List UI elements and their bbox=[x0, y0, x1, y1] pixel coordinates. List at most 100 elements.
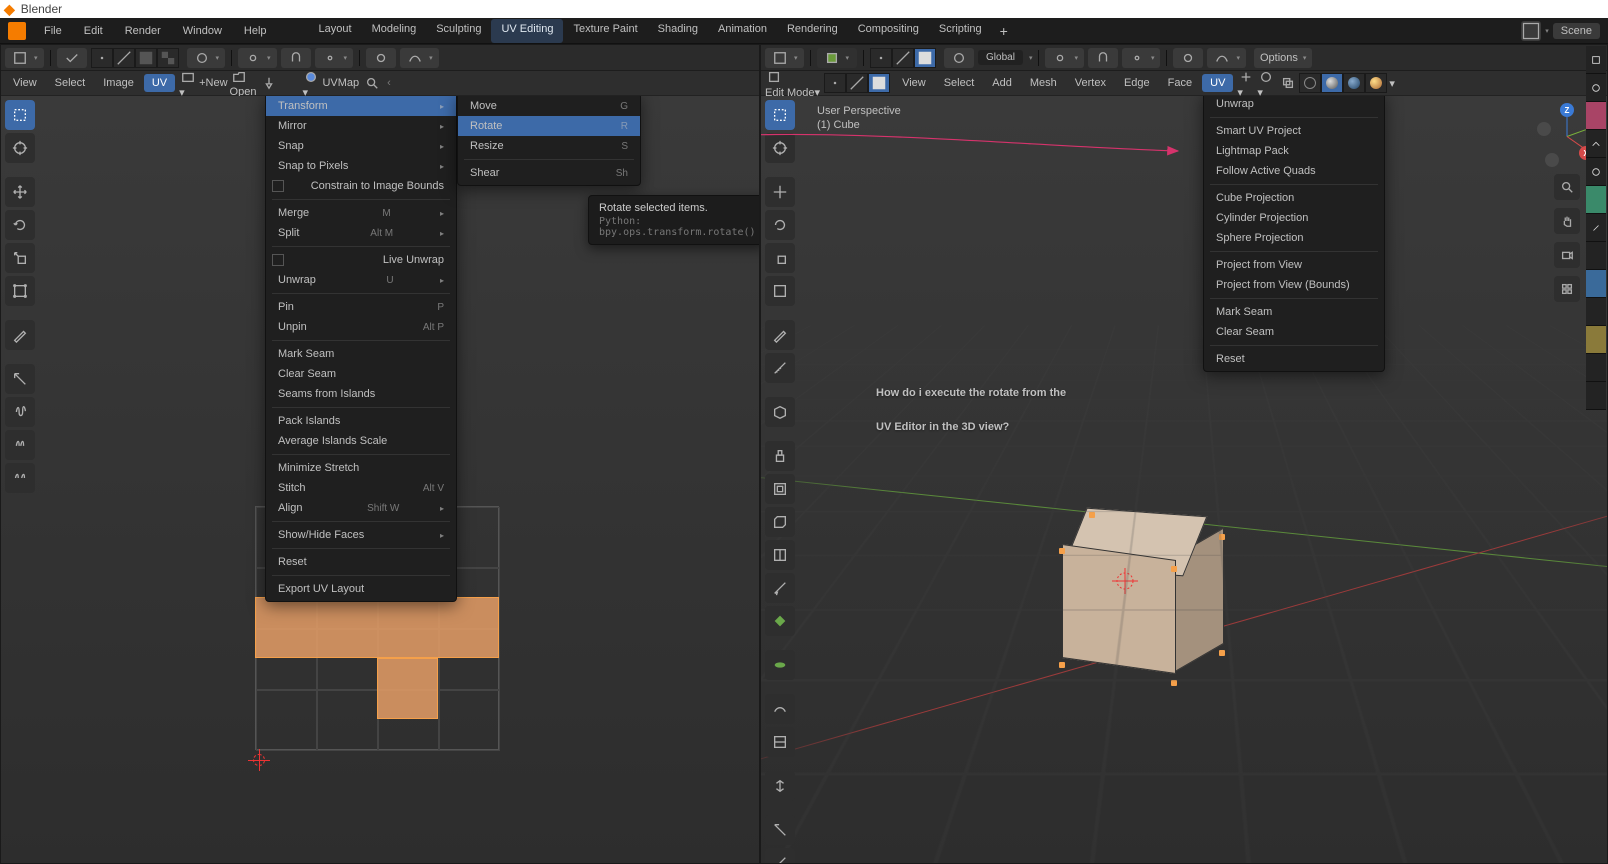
tab-modeling[interactable]: Modeling bbox=[362, 19, 427, 43]
menu-window[interactable]: Window bbox=[173, 21, 232, 41]
uv-item-live-unwrap[interactable]: Live Unwrap bbox=[266, 250, 456, 270]
uv-menu-image[interactable]: Image bbox=[95, 74, 142, 92]
uv-item-snap[interactable]: Snap▸ bbox=[266, 136, 456, 156]
tool3d-slide[interactable] bbox=[765, 727, 795, 757]
tool3d-cursor[interactable] bbox=[765, 133, 795, 163]
ptab-material[interactable] bbox=[1586, 354, 1606, 382]
orientation-label[interactable]: Global bbox=[978, 50, 1023, 65]
uv-menu-uv[interactable]: UV bbox=[144, 74, 175, 92]
v3d-uv-lightmap[interactable]: Lightmap Pack bbox=[1204, 141, 1384, 161]
uv-item-unpin[interactable]: UnpinAlt P bbox=[266, 317, 456, 337]
editor-type-dropdown-3d[interactable]: ▾ bbox=[765, 48, 804, 68]
scene-browse-icon[interactable] bbox=[1521, 21, 1541, 41]
ortho-icon[interactable] bbox=[1554, 276, 1580, 302]
uv-item-split[interactable]: SplitAlt M▸ bbox=[266, 223, 456, 243]
gizmo-visibility[interactable]: ▾ bbox=[1237, 68, 1255, 99]
uv-item-avg-scale[interactable]: Average Islands Scale bbox=[266, 431, 456, 451]
uv-item-seams-islands[interactable]: Seams from Islands bbox=[266, 384, 456, 404]
ptab-scene[interactable] bbox=[1586, 130, 1606, 158]
tool3d-knife[interactable] bbox=[765, 573, 795, 603]
tool-select-box[interactable] bbox=[5, 100, 35, 130]
mode-display[interactable]: Edit Mode▾ bbox=[765, 68, 820, 99]
uv-item-transform[interactable]: Transform▸ bbox=[266, 96, 456, 116]
tool3d-inset[interactable] bbox=[765, 474, 795, 504]
v3d-menu-face[interactable]: Face bbox=[1160, 74, 1200, 92]
uv-item-align[interactable]: AlignShift W▸ bbox=[266, 498, 456, 518]
tool-transform[interactable] bbox=[5, 276, 35, 306]
mesh-select-modes-2[interactable] bbox=[824, 73, 890, 93]
v3d-uv-follow[interactable]: Follow Active Quads bbox=[1204, 161, 1384, 181]
tool3d-rip-edge[interactable] bbox=[765, 848, 795, 863]
tool3d-scale[interactable] bbox=[765, 243, 795, 273]
v3d-menu-mesh[interactable]: Mesh bbox=[1022, 74, 1065, 92]
submenu-item-rotate[interactable]: RotateR bbox=[458, 116, 640, 136]
tool3d-shrink[interactable] bbox=[765, 771, 795, 801]
snap-type[interactable]: ▾ bbox=[315, 48, 354, 68]
tool3d-spin[interactable] bbox=[765, 650, 795, 680]
tool3d-loopcut[interactable] bbox=[765, 540, 795, 570]
uv-item-export[interactable]: Export UV Layout bbox=[266, 579, 456, 599]
magnify-icon[interactable] bbox=[363, 74, 381, 92]
shading-modes[interactable] bbox=[1299, 73, 1387, 93]
submenu-item-shear[interactable]: ShearSh bbox=[458, 163, 640, 183]
scene-name-field[interactable]: Scene bbox=[1553, 23, 1600, 39]
uv-select-mode-sync[interactable] bbox=[57, 48, 87, 68]
uv-item-min-stretch[interactable]: Minimize Stretch bbox=[266, 458, 456, 478]
tool3d-smooth[interactable] bbox=[765, 694, 795, 724]
mode-dropdown[interactable]: ▾ bbox=[817, 48, 858, 68]
pivot-3d[interactable]: ▾ bbox=[1045, 48, 1084, 68]
ptab-texture[interactable] bbox=[1586, 382, 1606, 410]
uv-item-constrain[interactable]: Constrain to Image Bounds bbox=[266, 176, 456, 196]
ptab-output[interactable] bbox=[1586, 74, 1606, 102]
tab-animation[interactable]: Animation bbox=[708, 19, 777, 43]
v3d-uv-mark-seam[interactable]: Mark Seam bbox=[1204, 302, 1384, 322]
pan-icon[interactable] bbox=[1554, 208, 1580, 234]
tool3d-move[interactable] bbox=[765, 177, 795, 207]
uvmap-browse[interactable]: ▾ bbox=[302, 68, 320, 99]
tool3d-bevel[interactable] bbox=[765, 507, 795, 537]
submenu-item-resize[interactable]: ResizeS bbox=[458, 136, 640, 156]
tool-relax[interactable] bbox=[5, 430, 35, 460]
uv-menu-view[interactable]: View bbox=[5, 74, 45, 92]
camera-icon[interactable] bbox=[1554, 242, 1580, 268]
uv-item-merge[interactable]: MergeM▸ bbox=[266, 203, 456, 223]
menu-edit[interactable]: Edit bbox=[74, 21, 113, 41]
tab-compositing[interactable]: Compositing bbox=[848, 19, 929, 43]
v3d-uv-cyl-proj[interactable]: Cylinder Projection bbox=[1204, 208, 1384, 228]
tool-annotate[interactable] bbox=[5, 320, 35, 350]
image-browse-button[interactable]: ▾ bbox=[179, 68, 197, 99]
new-image-button[interactable]: +New bbox=[199, 77, 227, 89]
v3d-uv-smart[interactable]: Smart UV Project bbox=[1204, 121, 1384, 141]
v3d-menu-edge[interactable]: Edge bbox=[1116, 74, 1158, 92]
xray-toggle[interactable] bbox=[1279, 74, 1297, 92]
view3d-canvas[interactable]: User Perspective (1) Cube bbox=[761, 96, 1607, 863]
snap-options-3d[interactable]: ▾ bbox=[1122, 48, 1161, 68]
menu-file[interactable]: File bbox=[34, 21, 72, 41]
v3d-menu-view[interactable]: View bbox=[894, 74, 934, 92]
uv-item-reset[interactable]: Reset bbox=[266, 552, 456, 572]
uv-item-mirror[interactable]: Mirror▸ bbox=[266, 116, 456, 136]
uv-menu-select[interactable]: Select bbox=[47, 74, 94, 92]
tab-layout[interactable]: Layout bbox=[309, 19, 362, 43]
uv-item-pin[interactable]: PinP bbox=[266, 297, 456, 317]
uv-item-unwrap[interactable]: UnwrapU▸ bbox=[266, 270, 456, 290]
snap-toggle[interactable] bbox=[281, 48, 311, 68]
tool3d-select-box[interactable] bbox=[765, 100, 795, 130]
uv-select-modes[interactable] bbox=[91, 48, 179, 68]
uv-item-show-hide[interactable]: Show/Hide Faces▸ bbox=[266, 525, 456, 545]
ptab-constraint[interactable] bbox=[1586, 298, 1606, 326]
uvmap-name-field[interactable]: UVMap bbox=[322, 77, 359, 89]
tool-scale[interactable] bbox=[5, 243, 35, 273]
uv-item-snap-pixels[interactable]: Snap to Pixels▸ bbox=[266, 156, 456, 176]
pivot-dropdown[interactable]: ▾ bbox=[238, 48, 277, 68]
orientation-icon[interactable] bbox=[944, 48, 974, 68]
tool3d-rotate[interactable] bbox=[765, 210, 795, 240]
menu-render[interactable]: Render bbox=[115, 21, 171, 41]
v3d-menu-uv[interactable]: UV bbox=[1202, 74, 1233, 92]
tool-grab[interactable] bbox=[5, 397, 35, 427]
menu-help[interactable]: Help bbox=[234, 21, 277, 41]
tab-texture-paint[interactable]: Texture Paint bbox=[563, 19, 647, 43]
ptab-physics[interactable] bbox=[1586, 270, 1606, 298]
tool3d-measure[interactable] bbox=[765, 353, 795, 383]
prop-edit-toggle[interactable] bbox=[366, 48, 396, 68]
